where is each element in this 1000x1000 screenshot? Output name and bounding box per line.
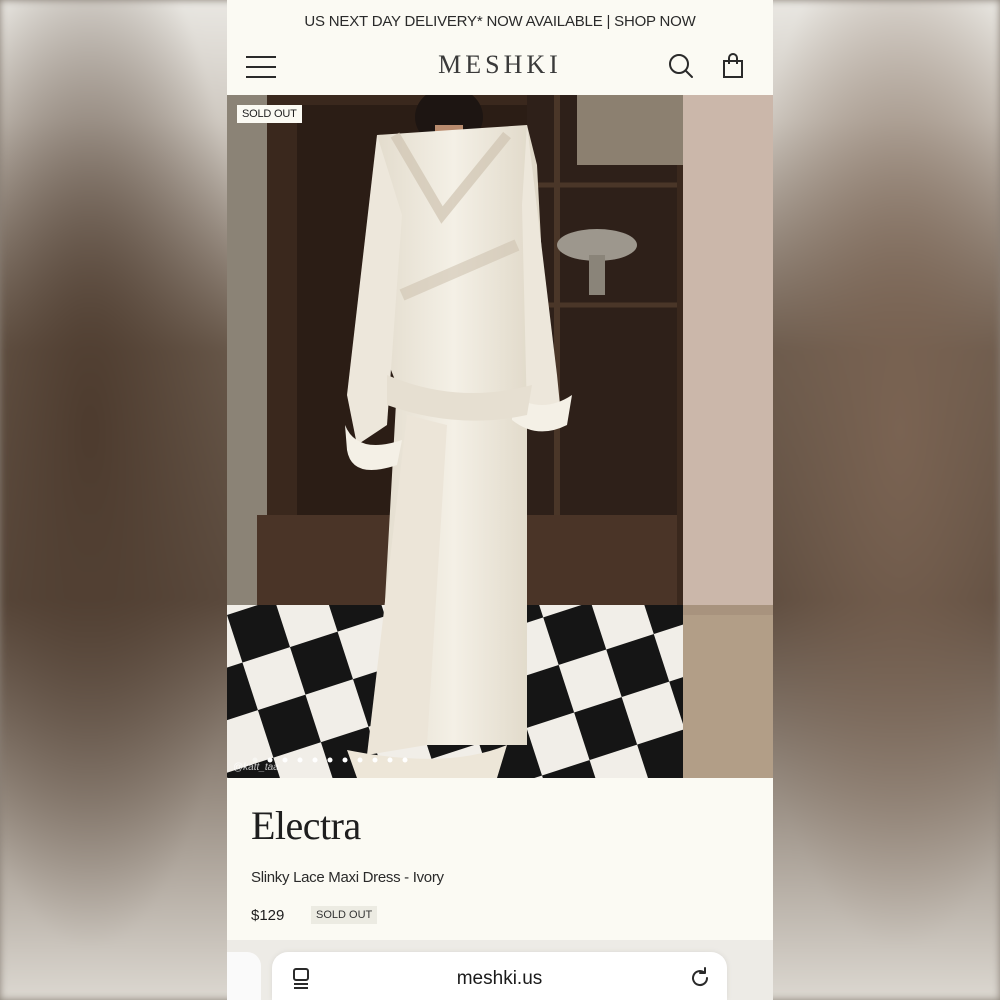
- product-subtitle: Slinky Lace Maxi Dress - Ivory: [251, 869, 444, 886]
- previous-tab[interactable]: [227, 952, 261, 1000]
- product-image-carousel[interactable]: SOLD OUT @katt_taa: [227, 95, 773, 778]
- carousel-dots-graphic: [252, 757, 408, 763]
- site-header: MESHKI: [227, 42, 773, 95]
- status-badge: SOLD OUT: [311, 906, 378, 924]
- url-text[interactable]: meshki.us: [272, 968, 727, 990]
- browser-bottom-bar: meshki.us: [227, 940, 773, 1000]
- carousel-dots[interactable]: [251, 751, 411, 763]
- sold-out-tag: SOLD OUT: [237, 105, 302, 123]
- product-name: Electra: [251, 803, 361, 848]
- product-photo[interactable]: SOLD OUT @katt_taa: [227, 95, 683, 778]
- announcement-text[interactable]: US NEXT DAY DELIVERY* NOW AVAILABLE | SH…: [304, 13, 695, 30]
- next-product-photo[interactable]: [683, 95, 773, 778]
- announcement-bar[interactable]: US NEXT DAY DELIVERY* NOW AVAILABLE | SH…: [227, 0, 773, 42]
- search-icon[interactable]: [667, 52, 695, 80]
- shopping-bag-icon[interactable]: [721, 52, 747, 80]
- reload-icon[interactable]: [688, 966, 712, 990]
- mobile-page: US NEXT DAY DELIVERY* NOW AVAILABLE | SH…: [227, 0, 773, 1000]
- address-bar[interactable]: meshki.us: [272, 952, 727, 1000]
- product-price: $129: [251, 907, 285, 924]
